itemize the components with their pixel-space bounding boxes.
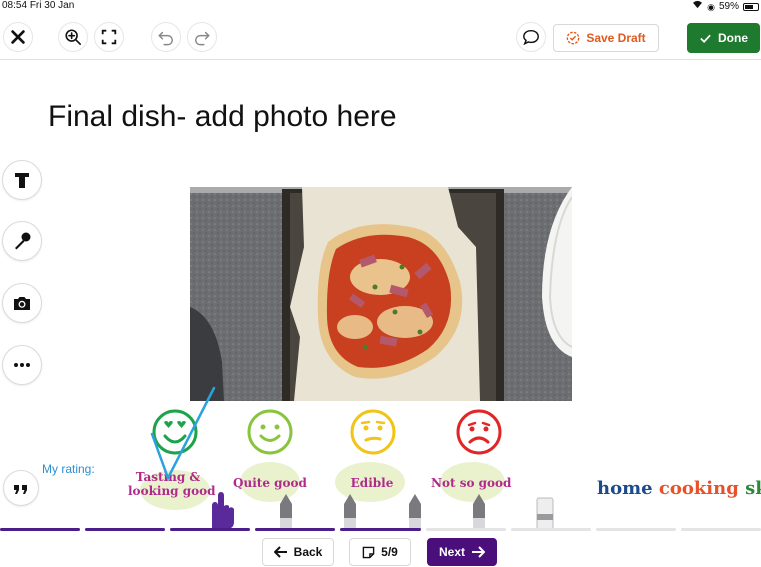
quote-icon	[14, 485, 27, 494]
camera-icon	[14, 297, 30, 310]
progress-segment	[340, 528, 421, 531]
save-draft-label: Save Draft	[586, 31, 646, 45]
battery-icon	[743, 2, 759, 11]
rating-option-quite-good[interactable]	[246, 408, 294, 456]
unsure-face-icon	[350, 409, 396, 455]
progress-segment	[680, 528, 761, 531]
text-icon	[15, 173, 29, 188]
rating-label: My rating:	[42, 462, 95, 476]
speech-bubble-icon	[523, 29, 539, 46]
status-bar: 08:54 Fri 30 Jan ◉ 59%	[0, 0, 761, 12]
undo-button[interactable]	[151, 22, 181, 52]
zoom-in-icon	[65, 29, 82, 46]
progress-segment	[510, 528, 591, 531]
pen-icon	[344, 494, 356, 530]
pizza-photo-illustration	[190, 187, 572, 401]
progress-segment	[595, 528, 676, 531]
status-right: ◉ 59%	[692, 0, 759, 13]
brand-part3: skills	[745, 478, 761, 499]
status-time-date: 08:54 Fri 30 Jan	[2, 0, 74, 12]
zoom-in-button[interactable]	[58, 22, 88, 52]
rating-option-edible[interactable]	[349, 408, 397, 456]
battery-percent: 59%	[718, 0, 739, 12]
arrow-right-icon	[472, 546, 485, 558]
progress-segment	[85, 528, 166, 531]
microphone-tool-button[interactable]	[2, 221, 42, 261]
draft-check-icon	[566, 31, 580, 45]
arrow-left-icon	[273, 546, 287, 558]
page-progress-bar	[0, 528, 761, 532]
progress-segment	[170, 528, 251, 531]
checkmark-annotation	[150, 386, 216, 482]
note-icon	[362, 546, 375, 558]
comment-button[interactable]	[516, 22, 546, 52]
next-label: Next	[438, 545, 465, 559]
progress-segment	[255, 528, 336, 531]
page-heading: Final dish- add photo here	[48, 100, 397, 133]
rating-option-not-so-good[interactable]	[455, 408, 503, 456]
done-label: Done	[718, 31, 748, 45]
home-cooking-skills-logo: home cooking skills	[597, 478, 761, 499]
more-tools-button[interactable]	[2, 345, 42, 385]
brand-part1: home	[597, 478, 659, 499]
more-icon	[14, 363, 30, 367]
undo-icon	[158, 31, 174, 46]
save-draft-button[interactable]: Save Draft	[553, 24, 659, 52]
camera-tool-button[interactable]	[2, 283, 42, 323]
editor-toolbar: Save Draft Done	[0, 18, 761, 60]
location-icon: ◉	[707, 1, 715, 12]
rating-label-quite-good: Quite good	[233, 476, 307, 490]
fullscreen-icon	[101, 29, 117, 45]
page-indicator-label: 5/9	[381, 545, 398, 559]
back-label: Back	[293, 545, 323, 559]
redo-icon	[194, 31, 210, 46]
back-button[interactable]: Back	[262, 538, 334, 566]
brand-part2: cooking	[658, 478, 746, 499]
status-date: Fri 30 Jan	[29, 0, 75, 11]
done-button[interactable]: Done	[687, 23, 760, 53]
hand-pointer-icon	[212, 492, 234, 529]
microphone-icon	[15, 232, 31, 250]
status-time: 08:54	[2, 0, 28, 11]
close-icon	[11, 30, 25, 44]
dish-photo	[190, 187, 572, 401]
rating-label-not-so-good: Not so good	[431, 476, 512, 490]
text-tool-button[interactable]	[2, 160, 42, 200]
close-button[interactable]	[3, 22, 33, 52]
next-button[interactable]: Next	[427, 538, 497, 566]
rating-label-edible: Edible	[350, 476, 394, 490]
checkmark-icon	[700, 34, 711, 43]
eraser-icon	[536, 497, 554, 530]
progress-segment	[425, 528, 506, 531]
fullscreen-button[interactable]	[94, 22, 124, 52]
pen-icon	[280, 494, 292, 530]
progress-segment	[0, 528, 81, 531]
wifi-icon	[692, 0, 703, 13]
quote-tool-button[interactable]	[3, 470, 39, 506]
page-indicator-button[interactable]: 5/9	[349, 538, 411, 566]
redo-button[interactable]	[187, 22, 217, 52]
sad-face-icon	[456, 409, 502, 455]
smile-face-icon	[247, 409, 293, 455]
pen-icon	[409, 494, 421, 530]
pen-icon	[473, 494, 485, 530]
